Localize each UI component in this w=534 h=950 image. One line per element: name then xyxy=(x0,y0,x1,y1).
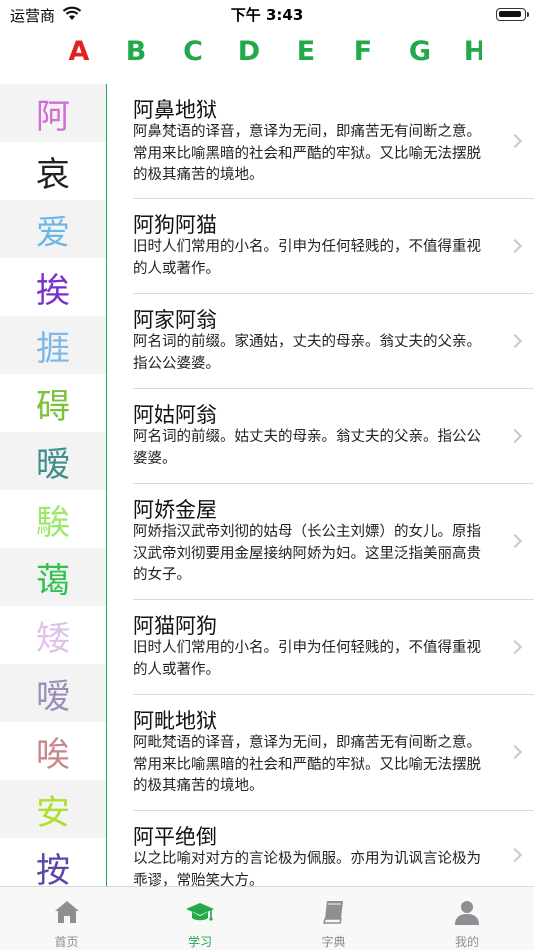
alphabet-letter-e[interactable]: E xyxy=(286,36,326,67)
chevron-right-icon xyxy=(507,428,523,443)
idiom-title: 阿平绝倒 xyxy=(133,825,217,849)
idiom-row[interactable]: 阿鼻地狱 阿鼻梵语的译音，意译为无间，即痛苦无有间断之意。常用来比喻黑暗的社会和严… xyxy=(108,84,534,199)
character-item[interactable]: 挨 xyxy=(0,258,106,316)
character-list: 阿哀爱挨捱碍暧騃蔼矮嗳唉安按 xyxy=(0,84,106,886)
chevron-right-icon xyxy=(507,744,523,760)
tab-label: 学习 xyxy=(187,935,212,949)
character-item[interactable]: 蔼 xyxy=(0,548,106,606)
idiom-list: 阿鼻地狱 阿鼻梵语的译音，意译为无间，即痛苦无有间断之意。常用来比喻黑暗的社会和严… xyxy=(108,84,534,886)
alphabet-letter-g[interactable]: G xyxy=(400,36,440,67)
idiom-title: 阿娇金屋 xyxy=(133,498,217,522)
tab-label: 字典 xyxy=(321,935,346,949)
chevron-right-icon xyxy=(507,133,523,148)
alphabet-letter-a[interactable]: A xyxy=(59,36,99,67)
chevron-right-icon xyxy=(507,533,523,549)
alphabet-letter-d[interactable]: D xyxy=(229,36,269,67)
clock: 下午 3:43 xyxy=(230,6,304,24)
status-bar: 运营商 下午 3:43 xyxy=(0,0,534,30)
chevron-right-icon xyxy=(507,847,523,863)
idiom-definition: 以之比喻对对方的言论极为佩服。亦用为讥讽言论极为乖谬，常贻笑大方。 xyxy=(133,851,481,886)
idiom-row[interactable]: 阿姑阿翁 阿名词的前缀。姑丈夫的母亲。翁丈夫的父亲。指公公婆婆。 xyxy=(108,389,534,484)
column-divider xyxy=(106,84,107,886)
character-item[interactable]: 嗳 xyxy=(0,664,106,722)
character-item[interactable]: 哀 xyxy=(0,142,106,200)
character-item[interactable]: 唉 xyxy=(0,722,106,780)
idiom-row[interactable]: 阿家阿翁 阿名词的前缀。家通姑，丈夫的母亲。翁丈夫的父亲。指公公婆婆。 xyxy=(108,294,534,389)
alphabet-letter-c[interactable]: C xyxy=(173,36,213,67)
home-icon xyxy=(52,897,82,927)
chevron-right-icon xyxy=(507,333,523,348)
idiom-row[interactable]: 阿猫阿狗 旧时人们常用的小名。引申为任何轻贱的，不值得重视的人或著作。 xyxy=(108,600,534,695)
tab-book[interactable]: 字典 xyxy=(267,887,400,950)
character-item[interactable]: 爱 xyxy=(0,200,106,258)
character-item[interactable]: 阿 xyxy=(0,84,106,142)
character-item[interactable]: 矮 xyxy=(0,606,106,664)
alphabet-letter-f[interactable]: F xyxy=(343,36,383,67)
idiom-definition: 阿名词的前缀。姑丈夫的母亲。翁丈夫的父亲。指公公婆婆。 xyxy=(133,429,481,467)
tab-label: 我的 xyxy=(454,935,479,949)
idiom-definition: 旧时人们常用的小名。引申为任何轻贱的，不值得重视的人或著作。 xyxy=(133,640,481,678)
graduation-cap-icon xyxy=(185,897,215,927)
idiom-title: 阿鼻地狱 xyxy=(133,98,217,122)
character-item[interactable]: 按 xyxy=(0,838,106,886)
alphabet-index: ABCDEFGH xyxy=(0,34,482,76)
character-item[interactable]: 捱 xyxy=(0,316,106,374)
tab-bar: 首页 学习 字典 我的 xyxy=(0,886,534,950)
idiom-title: 阿毗地狱 xyxy=(133,709,217,733)
idiom-row[interactable]: 阿狗阿猫 旧时人们常用的小名。引申为任何轻贱的，不值得重视的人或著作。 xyxy=(108,199,534,294)
chevron-right-icon xyxy=(507,639,523,654)
idiom-definition: 阿名词的前缀。家通姑，丈夫的母亲。翁丈夫的父亲。指公公婆婆。 xyxy=(133,334,481,372)
chevron-right-icon xyxy=(507,238,523,253)
alphabet-letter-h[interactable]: H xyxy=(455,36,482,67)
character-item[interactable]: 暧 xyxy=(0,432,106,490)
idiom-row[interactable]: 阿平绝倒 以之比喻对对方的言论极为佩服。亦用为讥讽言论极为乖谬，常贻笑大方。 xyxy=(108,811,534,886)
battery-icon xyxy=(496,8,526,21)
idiom-definition: 阿毗梵语的译音，意译为无间，即痛苦无有间断之意。常用来比喻黑暗的社会和严酷的牢狱… xyxy=(133,735,481,794)
character-item[interactable]: 騃 xyxy=(0,490,106,548)
idiom-title: 阿姑阿翁 xyxy=(133,403,217,427)
tab-label: 首页 xyxy=(54,935,79,949)
tab-home[interactable]: 首页 xyxy=(0,887,133,950)
tab-graduation-cap[interactable]: 学习 xyxy=(134,887,267,950)
idiom-definition: 旧时人们常用的小名。引申为任何轻贱的，不值得重视的人或著作。 xyxy=(133,239,481,277)
character-item[interactable]: 碍 xyxy=(0,374,106,432)
idiom-title: 阿猫阿狗 xyxy=(133,614,217,638)
book-icon xyxy=(319,897,349,927)
idiom-definition: 阿鼻梵语的译音，意译为无间，即痛苦无有间断之意。常用来比喻黑暗的社会和严酷的牢狱… xyxy=(133,124,481,183)
idiom-title: 阿狗阿猫 xyxy=(133,213,217,237)
character-item[interactable]: 安 xyxy=(0,780,106,838)
idiom-row[interactable]: 阿毗地狱 阿毗梵语的译音，意译为无间，即痛苦无有间断之意。常用来比喻黑暗的社会和严… xyxy=(108,695,534,811)
person-icon xyxy=(452,897,482,927)
idiom-title: 阿家阿翁 xyxy=(133,308,217,332)
tab-person[interactable]: 我的 xyxy=(401,887,534,950)
idiom-definition: 阿娇指汉武帝刘彻的姑母（长公主刘嫖）的女儿。原指汉武帝刘彻要用金屋接纳阿娇为妇。… xyxy=(133,524,481,583)
alphabet-letter-b[interactable]: B xyxy=(116,36,156,67)
idiom-row[interactable]: 阿娇金屋 阿娇指汉武帝刘彻的姑母（长公主刘嫖）的女儿。原指汉武帝刘彻要用金屋接纳阿… xyxy=(108,484,534,600)
